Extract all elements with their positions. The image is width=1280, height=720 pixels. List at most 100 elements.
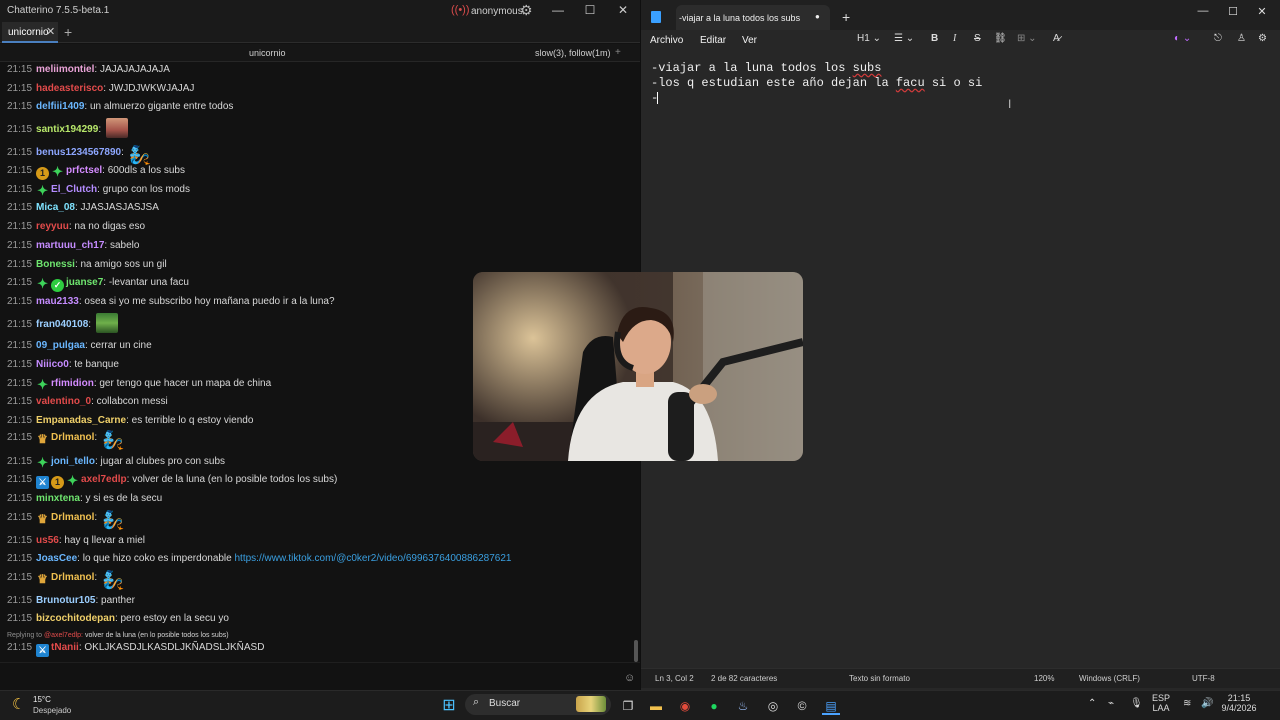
message-username[interactable]: martuuu_ch17: [36, 240, 104, 251]
menu-editar[interactable]: Editar: [700, 35, 726, 46]
minimize-icon[interactable]: —: [550, 3, 566, 17]
line-ending[interactable]: Windows (CRLF): [1079, 674, 1140, 683]
message-username[interactable]: minxtena: [36, 493, 80, 504]
message-username[interactable]: bizcochitodepan: [36, 613, 115, 624]
obs-icon[interactable]: ◎: [764, 697, 782, 715]
np-close-icon[interactable]: ✕: [1255, 5, 1269, 18]
message-link[interactable]: https://www.tiktok.com/@c0ker2/video/699…: [235, 553, 512, 564]
message-username[interactable]: Niiico0: [36, 359, 69, 370]
menu-ver[interactable]: Ver: [742, 35, 757, 46]
emote-fig-icon[interactable]: 🧞: [102, 430, 124, 450]
chat-mode[interactable]: slow(3), follow(1m): [535, 48, 611, 58]
message-username[interactable]: 09_pulgaa: [36, 340, 85, 351]
misspelled-word-2[interactable]: facu: [896, 76, 925, 90]
table-icon[interactable]: ⊞ ⌄: [1017, 33, 1037, 44]
message-username[interactable]: mau2133: [36, 296, 79, 307]
bold-icon[interactable]: B: [931, 33, 938, 44]
vip-badge-icon[interactable]: ✦: [36, 378, 49, 391]
weather-temp[interactable]: 15°C: [33, 695, 51, 704]
message-username[interactable]: tNanii: [51, 642, 79, 653]
task-view-icon[interactable]: ❐: [619, 697, 637, 715]
new-tab-icon[interactable]: +: [842, 9, 850, 25]
weather-desc[interactable]: Despejado: [33, 706, 71, 715]
message-username[interactable]: rfimidion: [51, 378, 94, 389]
account-name[interactable]: anonymous: [471, 6, 523, 17]
verified-badge-icon[interactable]: ✓: [51, 279, 65, 292]
profile-icon[interactable]: ♙: [1237, 33, 1246, 44]
italic-icon[interactable]: I: [953, 33, 956, 44]
close-tab-icon[interactable]: ✕: [46, 25, 55, 38]
mod-badge-icon[interactable]: ⚔: [36, 476, 50, 489]
strikethrough-icon[interactable]: S: [974, 33, 981, 44]
clear-format-icon[interactable]: A̷: [1053, 33, 1060, 44]
np-maximize-icon[interactable]: ☐: [1226, 5, 1240, 18]
settings-gear-icon[interactable]: ⚙: [520, 2, 533, 19]
message-username[interactable]: prfctsel: [66, 165, 102, 176]
notepad-taskbar-icon[interactable]: ▤: [822, 697, 840, 715]
crown-badge-icon[interactable]: ♛: [36, 513, 49, 526]
vip-badge-icon[interactable]: ✦: [36, 277, 49, 290]
tab-unicornio[interactable]: unicornio ✕: [2, 22, 58, 43]
heading-dropdown[interactable]: H1 ⌄: [857, 33, 881, 44]
sub-badge-icon[interactable]: 1: [51, 476, 65, 489]
sub-badge-icon[interactable]: 1: [36, 167, 50, 180]
close-icon[interactable]: ✕: [615, 3, 631, 17]
emote-frog-icon[interactable]: [95, 313, 118, 333]
chrome-icon[interactable]: ◉: [676, 697, 694, 715]
crown-badge-icon[interactable]: ♛: [36, 433, 49, 446]
message-username[interactable]: Drlmanol: [51, 572, 94, 583]
add-tab-icon[interactable]: +: [64, 24, 72, 40]
message-username[interactable]: juanse7: [66, 277, 103, 288]
unsaved-dot-icon[interactable]: ●: [815, 12, 820, 21]
message-username[interactable]: fran040108: [36, 319, 88, 330]
vip-badge-icon[interactable]: ✦: [36, 184, 49, 197]
vip-badge-icon[interactable]: ✦: [51, 165, 64, 178]
mod-badge-icon[interactable]: ⚔: [36, 644, 50, 657]
language-indicator[interactable]: ESP LAA: [1152, 693, 1170, 713]
mic-icon[interactable]: 🎙: [1130, 698, 1143, 709]
menu-archivo[interactable]: Archivo: [650, 35, 683, 46]
steam-icon[interactable]: ♨: [734, 697, 752, 715]
spotify-icon[interactable]: ●: [705, 697, 723, 715]
message-username[interactable]: Drlmanol: [51, 432, 94, 443]
copilot-icon[interactable]: ◐ ⌄: [1174, 33, 1191, 44]
message-username[interactable]: joni_tello: [51, 456, 95, 467]
message-username[interactable]: reyyuu: [36, 221, 69, 232]
chatterino-icon[interactable]: ©: [793, 697, 811, 715]
zoom-level[interactable]: 120%: [1034, 674, 1054, 683]
split-add-icon[interactable]: +: [615, 47, 621, 58]
live-icon[interactable]: ((•)): [451, 4, 470, 16]
message-username[interactable]: us56: [36, 535, 59, 546]
vip-badge-icon[interactable]: ✦: [36, 456, 49, 469]
message-username[interactable]: Mica_08: [36, 202, 75, 213]
message-username[interactable]: delfiii1409: [36, 101, 84, 112]
emote-fig-icon[interactable]: 🧞: [102, 570, 124, 590]
message-username[interactable]: Empanadas_Carne: [36, 415, 126, 426]
reply-user[interactable]: @axel7edlp:: [44, 632, 83, 639]
emote-fig-icon[interactable]: 🧞: [129, 145, 151, 165]
emoji-icon[interactable]: ☺: [624, 672, 635, 684]
start-icon[interactable]: ⊞: [440, 697, 458, 715]
notepad-settings-icon[interactable]: ⚙: [1258, 33, 1267, 44]
share-icon[interactable]: ⎋: [1214, 33, 1222, 44]
crown-badge-icon[interactable]: ♛: [36, 573, 49, 586]
wifi-icon[interactable]: ≋: [1183, 698, 1191, 709]
file-explorer-icon[interactable]: ▬: [647, 697, 665, 715]
volume-icon[interactable]: 🔊: [1201, 698, 1213, 709]
format-mode[interactable]: Texto sin formato: [849, 674, 910, 683]
message-username[interactable]: valentino_0: [36, 396, 91, 407]
encoding[interactable]: UTF-8: [1192, 674, 1215, 683]
message-username[interactable]: meliimontiel: [36, 64, 94, 75]
misspelled-word-1[interactable]: subs: [853, 61, 882, 75]
clock[interactable]: 21:15 9/4/2026: [1214, 693, 1264, 713]
message-username[interactable]: Drlmanol: [51, 512, 94, 523]
np-minimize-icon[interactable]: —: [1196, 5, 1210, 17]
message-username[interactable]: santix194299: [36, 124, 98, 135]
list-icon[interactable]: ☰ ⌄: [894, 33, 914, 44]
message-username[interactable]: Brunotur105: [36, 595, 95, 606]
message-username[interactable]: benus1234567890: [36, 147, 121, 158]
link-icon[interactable]: ⛓: [994, 33, 1007, 44]
emote-face-icon[interactable]: [105, 118, 128, 138]
weather-moon-icon[interactable]: ☾: [12, 695, 25, 713]
message-username[interactable]: El_Clutch: [51, 184, 97, 195]
